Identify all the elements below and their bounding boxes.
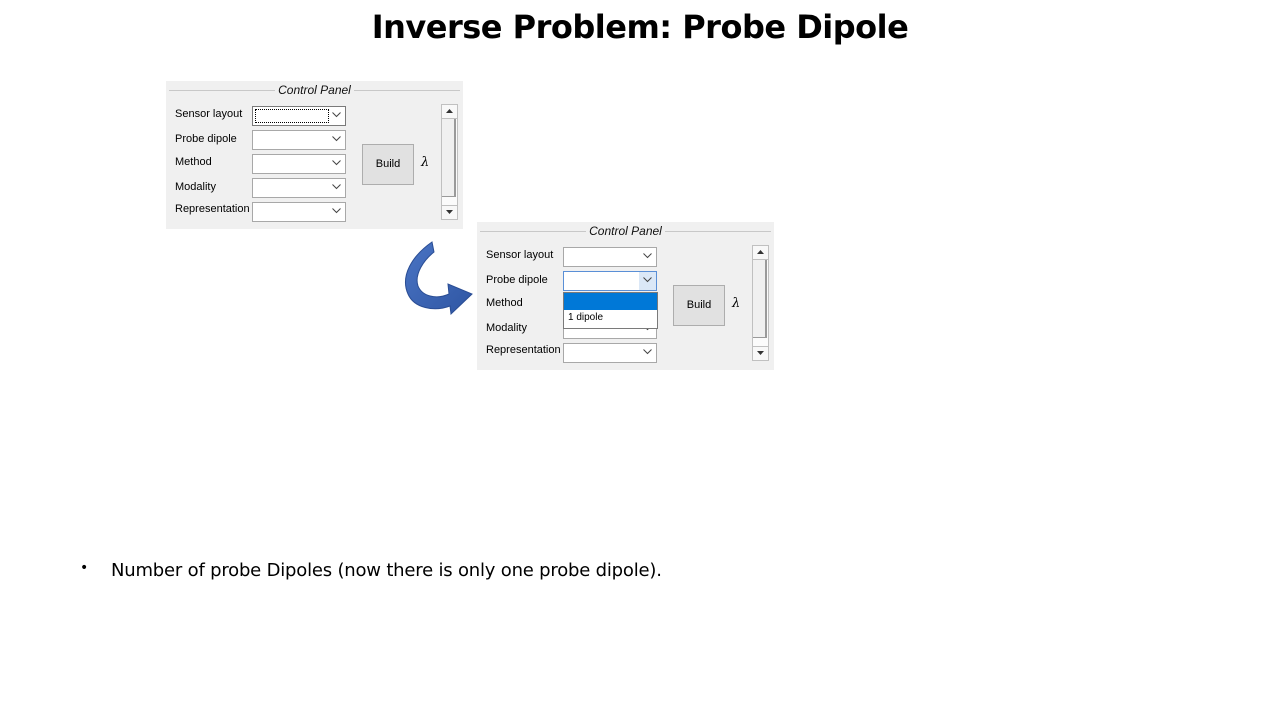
- chevron-down-icon[interactable]: [328, 155, 345, 173]
- build-button[interactable]: Build: [673, 285, 725, 326]
- control-panel-after: Control Panel Sensor layout Probe dipole…: [477, 222, 774, 370]
- representation-select[interactable]: [563, 343, 657, 363]
- control-panel-before: Control Panel Sensor layout Probe dipole…: [166, 81, 463, 229]
- probe-dipole-select[interactable]: [563, 271, 657, 291]
- lambda-label: λ: [421, 155, 430, 170]
- label-modality: Modality: [175, 181, 216, 193]
- triangle-down-icon[interactable]: [441, 205, 458, 220]
- curved-arrow-icon: [405, 241, 473, 316]
- label-method: Method: [486, 297, 523, 309]
- chevron-down-icon[interactable]: [328, 131, 345, 149]
- build-button[interactable]: Build: [362, 144, 414, 185]
- panel-title: Control Panel: [166, 83, 463, 97]
- scroll-thumb[interactable]: [442, 119, 456, 197]
- probe-dipole-dropdown-list[interactable]: 1 dipole: [563, 292, 658, 329]
- chevron-down-icon[interactable]: [328, 203, 345, 221]
- label-representation: Representation: [175, 203, 250, 215]
- label-method: Method: [175, 156, 212, 168]
- triangle-up-icon[interactable]: [752, 245, 769, 260]
- label-representation: Representation: [486, 344, 561, 356]
- modality-select[interactable]: [252, 178, 346, 198]
- chevron-down-icon[interactable]: [639, 272, 656, 290]
- representation-select[interactable]: [252, 202, 346, 222]
- triangle-down-icon[interactable]: [752, 346, 769, 361]
- bullet-marker: •: [80, 560, 89, 576]
- probe-dipole-select[interactable]: [252, 130, 346, 150]
- scroll-thumb[interactable]: [753, 260, 767, 338]
- sensor-layout-select[interactable]: [252, 106, 346, 126]
- dropdown-option-empty[interactable]: [564, 293, 657, 310]
- label-sensor-layout: Sensor layout: [175, 108, 243, 120]
- label-probe-dipole: Probe dipole: [175, 133, 237, 145]
- vertical-scrollbar[interactable]: [441, 104, 458, 220]
- chevron-down-icon[interactable]: [639, 248, 656, 266]
- chevron-down-icon[interactable]: [328, 107, 345, 125]
- dropdown-option-1-dipole[interactable]: 1 dipole: [568, 312, 603, 323]
- label-probe-dipole: Probe dipole: [486, 274, 548, 286]
- chevron-down-icon[interactable]: [639, 344, 656, 362]
- label-modality: Modality: [486, 322, 527, 334]
- sensor-layout-select[interactable]: [563, 247, 657, 267]
- panel-title: Control Panel: [477, 224, 774, 238]
- label-sensor-layout: Sensor layout: [486, 249, 554, 261]
- lambda-label: λ: [732, 296, 741, 311]
- focus-rectangle: [255, 109, 329, 123]
- chevron-down-icon[interactable]: [328, 179, 345, 197]
- method-select[interactable]: [252, 154, 346, 174]
- triangle-up-icon[interactable]: [441, 104, 458, 119]
- slide-title: Inverse Problem: Probe Dipole: [371, 8, 909, 46]
- vertical-scrollbar[interactable]: [752, 245, 769, 361]
- bullet-text: Number of probe Dipoles (now there is on…: [111, 560, 662, 581]
